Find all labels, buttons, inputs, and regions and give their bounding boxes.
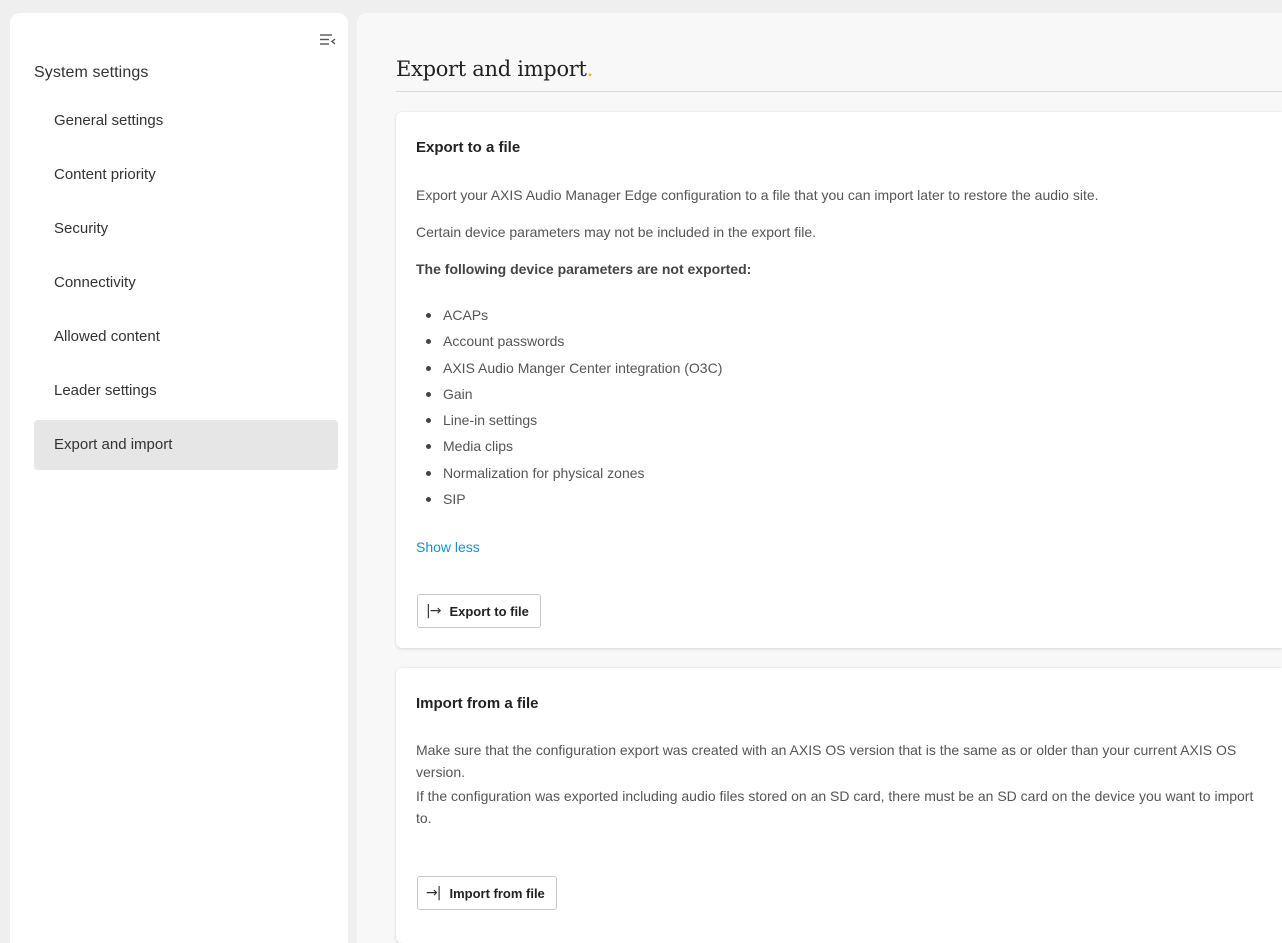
list-item-label: Line-in settings bbox=[443, 412, 538, 429]
export-card-title: Export to a file bbox=[416, 139, 521, 156]
list-item-label: AXIS Audio Manger Center integration (O3… bbox=[443, 359, 723, 376]
import-note: If the configuration was exported includ… bbox=[416, 788, 1254, 826]
not-exported-parameter-list: ACAPs Account passwords AXIS Audio Mange… bbox=[416, 302, 722, 512]
list-item: Line-in settings bbox=[416, 407, 722, 433]
import-from-file-button[interactable]: →| Import from file bbox=[417, 876, 557, 910]
import-from-file-label: Import from file bbox=[449, 885, 545, 901]
bullet-icon bbox=[426, 313, 431, 318]
export-card: Export to a file Export your AXIS Audio … bbox=[396, 112, 1282, 648]
export-to-file-label: Export to file bbox=[449, 603, 529, 619]
bullet-icon bbox=[426, 444, 431, 450]
export-to-file-button[interactable]: |→ Export to file bbox=[417, 594, 541, 628]
show-less-link[interactable]: Show less bbox=[416, 539, 480, 555]
import-card-title: Import from a file bbox=[416, 695, 539, 712]
export-note: Certain device parameters may not be inc… bbox=[416, 224, 816, 240]
list-item-label: Account passwords bbox=[443, 333, 565, 350]
list-item: ACAPs bbox=[416, 302, 722, 328]
bullet-icon bbox=[426, 470, 431, 476]
page-title-dot: . bbox=[586, 57, 594, 81]
sidebar-title: System settings bbox=[34, 64, 149, 81]
sidebar: System settings General settings Content… bbox=[10, 13, 348, 943]
list-item: AXIS Audio Manger Center integration (O3… bbox=[416, 355, 722, 381]
bullet-icon bbox=[426, 418, 431, 424]
list-item-label: SIP bbox=[443, 491, 466, 508]
export-arrow-icon: |→ bbox=[426, 603, 441, 619]
page-title: Export and import. bbox=[396, 57, 593, 81]
list-item-label: Normalization for physical zones bbox=[443, 464, 645, 481]
list-item: Normalization for physical zones bbox=[416, 460, 722, 486]
list-item: Media clips bbox=[416, 433, 722, 459]
title-divider bbox=[396, 91, 1282, 92]
sidebar-nav: General settings Content priority Securi… bbox=[34, 96, 338, 474]
sidebar-item-connectivity[interactable]: Connectivity bbox=[34, 258, 338, 308]
bullet-icon bbox=[426, 391, 431, 397]
import-description: Make sure that the configuration export … bbox=[416, 742, 1237, 780]
list-item-label: ACAPs bbox=[443, 307, 489, 323]
sidebar-item-allowed-content[interactable]: Allowed content bbox=[34, 312, 338, 362]
sidebar-item-content-priority[interactable]: Content priority bbox=[34, 150, 338, 200]
list-item: Gain bbox=[416, 381, 722, 407]
page-title-text: Export and import bbox=[396, 57, 587, 81]
sidebar-item-leader-settings[interactable]: Leader settings bbox=[34, 366, 338, 416]
sidebar-item-export-and-import[interactable]: Export and import bbox=[34, 420, 338, 470]
sidebar-item-security[interactable]: Security bbox=[34, 204, 338, 254]
bullet-icon bbox=[426, 365, 431, 371]
import-card: Import from a file Make sure that the co… bbox=[396, 668, 1282, 943]
list-item-label: Media clips bbox=[443, 438, 514, 455]
list-item: Account passwords bbox=[416, 328, 722, 354]
bullet-icon bbox=[426, 339, 431, 345]
list-item-label: Gain bbox=[443, 385, 473, 402]
collapse-sidebar-icon[interactable] bbox=[318, 31, 338, 49]
bullet-icon bbox=[426, 497, 431, 503]
import-arrow-icon: →| bbox=[426, 885, 441, 901]
list-item: SIP bbox=[416, 486, 722, 512]
export-description: Export your AXIS Audio Manager Edge conf… bbox=[416, 187, 1099, 203]
export-list-heading: The following device parameters are not … bbox=[416, 261, 752, 277]
main-content: Export and import. Export to a file Expo… bbox=[357, 13, 1282, 943]
sidebar-item-general-settings[interactable]: General settings bbox=[34, 96, 338, 146]
